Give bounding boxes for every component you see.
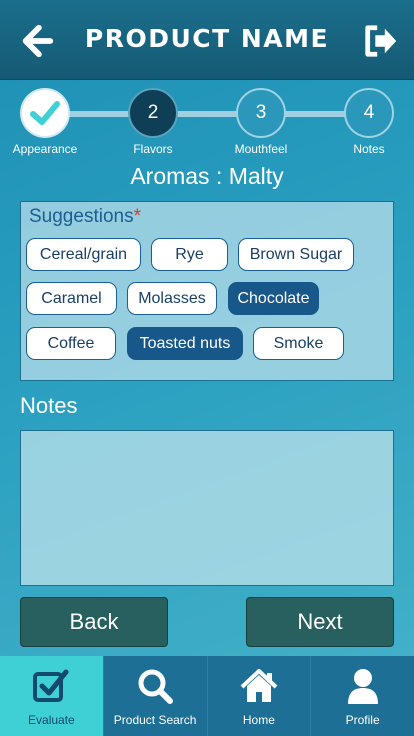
- step-number: 4: [344, 88, 394, 138]
- step-label: Appearance: [12, 142, 78, 156]
- tab-label: Product Search: [113, 713, 197, 727]
- logout-icon[interactable]: [362, 22, 400, 60]
- app-header: PRODUCT NAME: [0, 0, 414, 80]
- step-mouthfeel[interactable]: 3 Mouthfeel: [216, 88, 306, 156]
- step-label: Flavors: [133, 142, 173, 156]
- chip-cereal-grain[interactable]: Cereal/grain: [26, 238, 141, 271]
- chip-caramel[interactable]: Caramel: [26, 282, 117, 315]
- suggestions-title-text: Suggestions: [29, 206, 134, 227]
- search-icon: [138, 669, 174, 704]
- tab-profile[interactable]: Profile: [311, 656, 414, 736]
- step-label: Mouthfeel: [234, 142, 288, 156]
- chip-brown-sugar[interactable]: Brown Sugar: [238, 238, 354, 271]
- tab-label: Evaluate: [28, 713, 75, 727]
- chip-coffee[interactable]: Coffee: [26, 327, 116, 360]
- page-title: PRODUCT NAME: [84, 24, 330, 53]
- profile-icon: [347, 669, 378, 704]
- bottom-tab-bar: Evaluate Product Search Home Profile: [0, 656, 414, 736]
- notes-label: Notes: [20, 393, 78, 418]
- step-number: 3: [236, 88, 286, 138]
- step-appearance[interactable]: Appearance: [0, 88, 90, 156]
- step-complete-circle: [20, 88, 70, 138]
- tab-home[interactable]: Home: [208, 656, 312, 736]
- next-button[interactable]: Next: [246, 597, 394, 647]
- suggestions-panel: Suggestions* Cereal/grain Rye Brown Suga…: [20, 201, 394, 381]
- tab-evaluate[interactable]: Evaluate: [0, 656, 104, 736]
- chip-rye[interactable]: Rye: [151, 238, 228, 271]
- step-notes[interactable]: 4 Notes: [324, 88, 414, 156]
- step-label: Notes: [353, 142, 385, 156]
- step-flavors[interactable]: 2 Flavors: [108, 88, 198, 156]
- tab-label: Profile: [345, 713, 380, 727]
- progress-stepper: Appearance 2 Flavors 3 Mouthfeel 4 Notes: [0, 84, 414, 156]
- aroma-title: Aromas : Malty: [130, 163, 284, 189]
- home-icon: [240, 669, 278, 702]
- checkmark-icon: [30, 101, 60, 125]
- back-button[interactable]: Back: [20, 597, 168, 647]
- suggestions-title: Suggestions*: [29, 206, 141, 228]
- chip-smoke[interactable]: Smoke: [253, 327, 344, 360]
- chip-chocolate[interactable]: Chocolate: [228, 282, 319, 315]
- tab-product-search[interactable]: Product Search: [104, 656, 208, 736]
- step-number: 2: [128, 88, 178, 138]
- notes-textarea[interactable]: [20, 430, 394, 586]
- tab-label: Home: [242, 713, 275, 727]
- chip-toasted-nuts[interactable]: Toasted nuts: [127, 327, 243, 360]
- evaluate-checkbox-icon: [33, 669, 69, 702]
- required-mark: *: [133, 206, 141, 227]
- chip-molasses[interactable]: Molasses: [127, 282, 217, 315]
- stepper-line: [45, 111, 369, 117]
